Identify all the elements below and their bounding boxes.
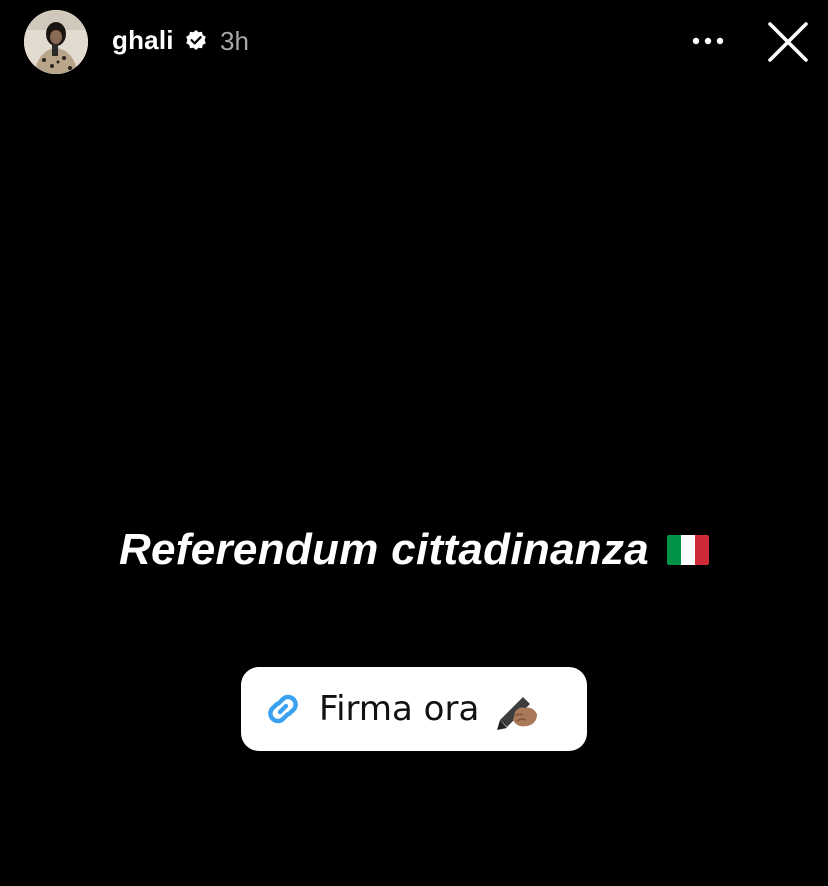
link-label: Firma ora <box>319 689 480 729</box>
verified-badge-icon <box>184 29 208 53</box>
writing-hand-icon <box>493 686 539 732</box>
italy-flag-icon <box>667 535 710 565</box>
link-sticker-button[interactable]: Firma ora <box>241 667 587 751</box>
story-header: ghali 3h <box>0 0 828 84</box>
story-viewer: ghali 3h Referendum cittadinanza Firma o… <box>0 0 828 886</box>
more-dots-icon[interactable] <box>688 26 728 56</box>
close-icon[interactable] <box>764 18 812 66</box>
avatar[interactable] <box>24 10 88 74</box>
story-caption: Referendum cittadinanza <box>0 522 828 578</box>
story-title: Referendum cittadinanza <box>118 525 650 574</box>
username[interactable]: ghali <box>112 25 174 56</box>
link-chain-icon <box>259 685 307 733</box>
post-time: 3h <box>220 26 249 56</box>
